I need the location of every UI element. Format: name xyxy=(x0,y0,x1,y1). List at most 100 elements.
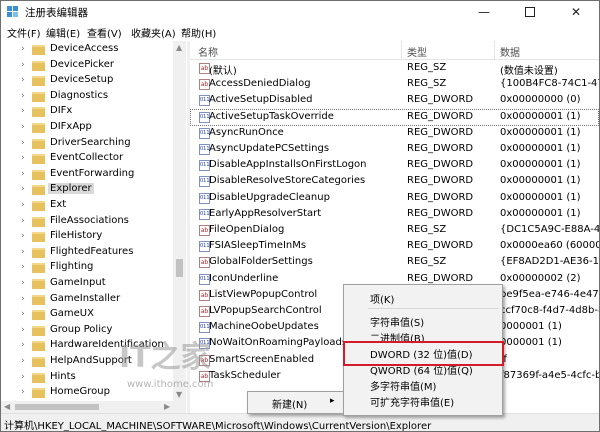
expand-arrow-icon[interactable]: › xyxy=(21,153,25,163)
menu-bar: 文件(F) 编辑(E) 查看(V) 收藏夹(A) 帮助(H) xyxy=(1,23,599,41)
value-data: 0x00000002 (2) xyxy=(500,272,581,284)
tree-item[interactable]: › FileHistory xyxy=(1,229,173,245)
value-type: REG_DWORD xyxy=(407,175,474,187)
submenu-arrow-icon: ▸ xyxy=(330,396,335,406)
tree-item[interactable]: › DeviceSetup xyxy=(1,73,173,89)
folder-icon xyxy=(32,201,45,211)
value-row[interactable]: ab AccessDeniedDialog REG_SZ {100B4FC8-74C1… xyxy=(190,76,599,93)
value-row[interactable]: ab GlobalFolderSettings REG_SZ {EF8AD2D1-AE… xyxy=(190,254,599,271)
minimize-icon[interactable]: — xyxy=(461,1,507,23)
value-row[interactable]: 011 DisableAppInstallsOnFirstLogon REG_DWO… xyxy=(190,157,599,174)
expand-arrow-icon[interactable]: › xyxy=(21,200,25,210)
tree-item[interactable]: › DevicePicker xyxy=(1,58,173,74)
value-data: 0x0000ea60 (60000) xyxy=(500,240,599,252)
tree-item-label: Ext xyxy=(50,199,67,210)
expand-arrow-icon[interactable]: › xyxy=(21,309,25,319)
expand-arrow-icon[interactable]: › xyxy=(21,387,25,397)
maximize-icon[interactable] xyxy=(507,1,553,23)
tree-item[interactable]: › Diagnostics xyxy=(1,89,173,105)
expand-arrow-icon[interactable]: › xyxy=(21,138,25,148)
folder-icon xyxy=(32,372,45,383)
expand-arrow-icon[interactable]: › xyxy=(21,278,25,288)
tree-item-label: FileAssociations xyxy=(50,214,129,226)
value-row[interactable]: abFileOpenDialogREG_SZ{DC1C5A9C-E88A-4dd xyxy=(190,222,599,239)
tree-item[interactable]: › FlightedFeatures xyxy=(1,245,173,261)
expand-arrow-icon[interactable]: › xyxy=(21,294,25,304)
column-divider[interactable] xyxy=(401,41,402,59)
column-data[interactable]: 数据 xyxy=(500,44,520,59)
tree-item[interactable]: › FileAssociations xyxy=(1,214,173,230)
folder-icon xyxy=(32,263,45,274)
value-row[interactable]: 011 DisableResolveStoreCategories REG_DWOR… xyxy=(190,173,599,190)
scroll-down-icon[interactable]: ▼ xyxy=(176,390,182,399)
scroll-right-icon[interactable]: ▶ xyxy=(164,402,170,411)
menu-edit[interactable]: 编辑(E) xyxy=(46,25,80,40)
value-name: FSIASleepTimeInMs xyxy=(209,240,307,252)
expand-arrow-icon[interactable]: › xyxy=(21,340,25,350)
close-icon[interactable]: ✕ xyxy=(553,1,599,23)
watermark-url: www.ithome.com xyxy=(127,379,213,390)
tree-item[interactable]: › DIFx xyxy=(1,104,173,120)
expand-arrow-icon[interactable]: › xyxy=(21,91,25,101)
highlight-annotation xyxy=(343,341,504,366)
expand-arrow-icon[interactable]: › xyxy=(21,372,25,382)
tree-scroll-thumb[interactable] xyxy=(176,259,183,277)
tree-item[interactable]: › GameUX xyxy=(1,307,173,323)
value-row[interactable]: 011 ActiveSetupTaskOverride REG_DWORD 0x000… xyxy=(190,108,599,126)
menu-favorites[interactable]: 收藏夹(A) xyxy=(131,25,176,40)
tree-item[interactable]: › GameInput xyxy=(1,276,173,292)
tree-item[interactable]: › DriverSearching xyxy=(1,136,173,152)
title-bar[interactable]: 注册表编辑器 — ✕ xyxy=(1,1,599,23)
submenu-item[interactable]: 可扩充字符串值(E) xyxy=(344,392,502,409)
value-row[interactable]: 011 FSIASleepTimeInMs REG_DWORD 0x0000ea60 … xyxy=(190,238,599,255)
menu-view[interactable]: 查看(V) xyxy=(87,25,122,40)
tree-item-label: EventForwarding xyxy=(50,167,135,179)
tree-item[interactable]: › EventCollector xyxy=(1,151,173,167)
value-row[interactable]: 011 AsyncUpdatePCSettings REG_DWORD 0x00000… xyxy=(190,141,599,158)
expand-arrow-icon[interactable]: › xyxy=(21,122,25,132)
tree-item[interactable]: › EventForwarding xyxy=(1,167,173,183)
menu-file[interactable]: 文件(F) xyxy=(7,25,41,40)
value-data: 0x00000001 (1) xyxy=(500,126,581,138)
tree-item[interactable]: › DIFxApp xyxy=(1,120,173,136)
expand-arrow-icon[interactable]: › xyxy=(21,262,25,272)
tree-item[interactable]: › DeviceAccess xyxy=(1,42,173,58)
value-name: MachineOobeUpdates xyxy=(209,321,319,333)
expand-arrow-icon[interactable]: › xyxy=(21,75,25,85)
expand-arrow-icon[interactable]: › xyxy=(21,325,25,335)
expand-arrow-icon[interactable]: › xyxy=(21,169,25,179)
tree-item[interactable]: › Flighting xyxy=(1,260,173,276)
column-name[interactable]: 名称 xyxy=(198,44,218,59)
list-header: 名称 类型 数据 xyxy=(190,41,599,60)
tree-item[interactable]: › Explorer xyxy=(1,182,173,198)
tree-item[interactable]: › Ext xyxy=(1,198,173,214)
value-row[interactable]: 011 AsyncRunOnce REG_DWORD 0x00000001 (1) xyxy=(190,125,599,142)
menu-help[interactable]: 帮助(H) xyxy=(181,25,216,40)
expand-arrow-icon[interactable]: › xyxy=(21,231,25,241)
submenu-item[interactable]: 字符串值(S) xyxy=(344,312,502,329)
value-data: 0x00000001 (1) xyxy=(500,191,581,203)
expand-arrow-icon[interactable]: › xyxy=(21,106,25,116)
value-data: 0x00000001 (1) xyxy=(500,110,581,122)
submenu-item[interactable]: 多字符串值(M) xyxy=(344,376,502,393)
value-row[interactable]: 011 DisableUpgradeCleanup REG_DWORD 0x00000… xyxy=(190,190,599,207)
expand-arrow-icon[interactable]: › xyxy=(21,356,25,366)
expand-arrow-icon[interactable]: › xyxy=(21,60,25,70)
submenu-item[interactable]: 项(K) xyxy=(344,289,502,306)
value-row[interactable]: 011 EarlyAppResolverStart REG_DWORD 0x00000… xyxy=(190,206,599,223)
expand-arrow-icon[interactable]: › xyxy=(21,247,25,257)
tree-item[interactable]: › GameInstaller xyxy=(1,292,173,308)
context-menu-new[interactable]: 新建(N) ▸ xyxy=(248,394,343,411)
value-row[interactable]: 011 ActiveSetupDisabled REG_DWORD 0x0000000… xyxy=(190,92,599,109)
value-data: (数值未设置) xyxy=(500,66,558,77)
column-type[interactable]: 类型 xyxy=(407,44,427,59)
registry-editor-window: 注册表编辑器 — ✕ 文件(F) 编辑(E) 查看(V) 收藏夹(A) 帮助(H… xyxy=(0,0,600,432)
expand-arrow-icon[interactable]: › xyxy=(21,184,25,194)
expand-arrow-icon[interactable]: › xyxy=(21,216,25,226)
expand-arrow-icon[interactable]: › xyxy=(21,44,25,54)
scroll-left-icon[interactable]: ◀ xyxy=(4,402,10,411)
scroll-up-icon[interactable]: ▲ xyxy=(176,43,182,52)
column-divider[interactable] xyxy=(494,41,495,59)
tree-hscroll-thumb[interactable] xyxy=(15,404,99,410)
value-row[interactable]: ab (默认) REG_SZ (数值未设置) xyxy=(190,60,599,77)
